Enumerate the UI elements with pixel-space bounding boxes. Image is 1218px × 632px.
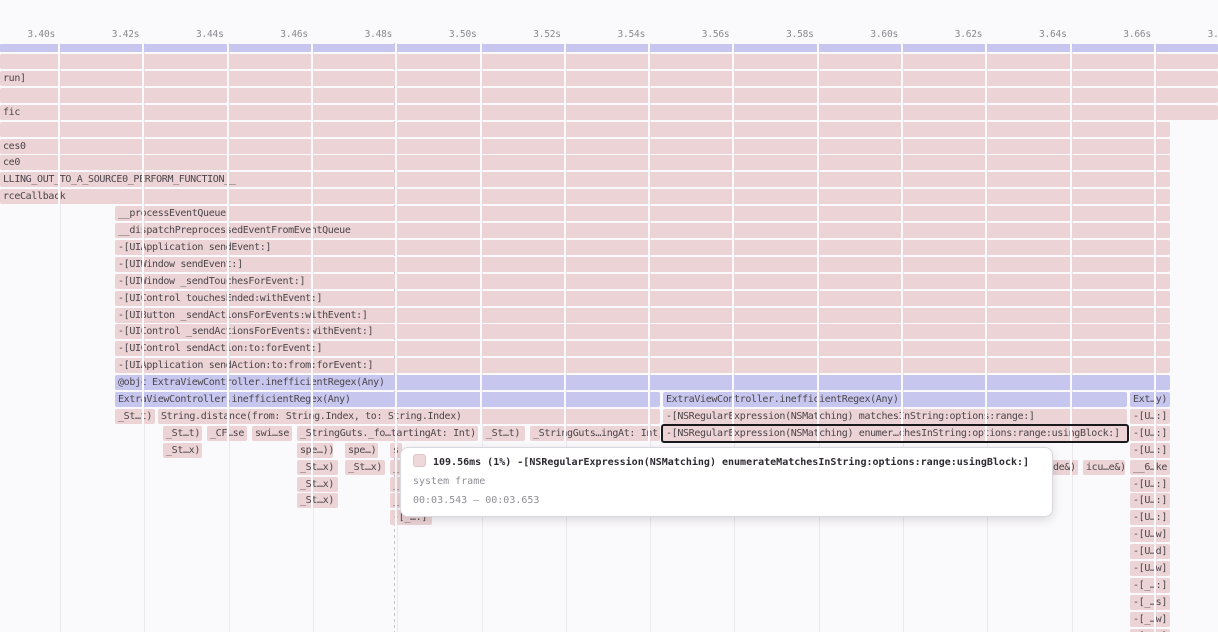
grid-gap-line: [395, 43, 397, 632]
flame-bar[interactable]: _StringGuts._fo…tartingAt: Int): [297, 426, 478, 441]
tooltip-title-line: 109.56ms (1%) -[NSRegularExpression(NSMa…: [413, 454, 1040, 471]
flame-bar[interactable]: de&): [1050, 460, 1078, 475]
ruler-tick-label: 3.48s: [365, 29, 393, 40]
grid-gap-line: [732, 43, 734, 632]
grid-gap-line: [227, 43, 229, 632]
flame-bar[interactable]: _St…t): [483, 426, 525, 441]
grid-gap-line: [648, 43, 650, 632]
flame-bar[interactable]: -[_…:]: [1130, 578, 1170, 593]
flame-bar[interactable]: -[U…:]: [1130, 477, 1170, 492]
flame-bar[interactable]: -[U…w]: [1130, 527, 1170, 542]
tooltip-time-range: 00:03.543 — 00:03.653: [413, 492, 1040, 509]
grid-gap-line: [901, 43, 903, 632]
flame-bar[interactable]: -[U…d]: [1130, 544, 1170, 559]
flame-bar[interactable]: LLING_OUT_TO_A_SOURCE0_PERFORM_FUNCTION_…: [0, 172, 1170, 187]
flame-bar[interactable]: rceCallback: [0, 189, 1170, 204]
flame-bar[interactable]: _St…x): [163, 443, 202, 458]
flame-bar[interactable]: -[U…:]: [1130, 426, 1170, 441]
flame-bar[interactable]: -[UIControl touchesEnded:withEvent:]: [115, 291, 1170, 306]
flame-bar[interactable]: __6…ke: [1130, 460, 1170, 475]
grid-gap-line: [1070, 43, 1072, 632]
tooltip-frame-kind: system frame: [413, 473, 1040, 490]
flame-bar[interactable]: -[UIWindow _sendTouchesForEvent:]: [115, 274, 1170, 289]
ruler-tick-label: 3.58s: [786, 29, 814, 40]
track-overview-strip[interactable]: [0, 44, 1218, 52]
grid-gap-line: [480, 43, 482, 632]
flame-bar[interactable]: _StringGuts…ingAt: Int): [530, 426, 660, 441]
ruler-tick-label: 3.52s: [533, 29, 561, 40]
ruler-tick-label: 3.60s: [870, 29, 898, 40]
flame-bar[interactable]: __dispatchPreprocessedEventFromEventQueu…: [115, 223, 1170, 238]
flame-bar[interactable]: [0, 88, 1218, 103]
ruler-tick-label: 3.54s: [618, 29, 646, 40]
flame-bar[interactable]: -[UIControl _sendActionsForEvents:withEv…: [115, 324, 1170, 339]
flame-bar[interactable]: -[_…w]: [1130, 612, 1170, 627]
flame-graph-canvas: 3.40s 3.42s 3.44s 3.46s 3.48s 3.50s 3.52s 3.54s…: [0, 0, 1218, 632]
flame-bar[interactable]: -[UIButton _sendActionsForEvents:withEve…: [115, 308, 1170, 323]
flame-bar[interactable]: -[_…s]: [1130, 595, 1170, 610]
flame-bar[interactable]: Ext…y): [1130, 392, 1170, 407]
ruler-tick-label: 3.42s: [112, 29, 140, 40]
flame-bar[interactable]: -[U…:]: [1130, 510, 1170, 525]
flame-bar[interactable]: _St…t): [115, 409, 155, 424]
flame-bar[interactable]: _St…x): [297, 477, 338, 492]
flame-bar[interactable]: -[U…:]: [1130, 443, 1170, 458]
flame-bar[interactable]: -[UIApplication sendEvent:]: [115, 240, 1170, 255]
ruler-tick-label: 3.68s: [1208, 29, 1218, 40]
grid-gap-line: [564, 43, 566, 632]
ruler-tick-label: 3.66s: [1123, 29, 1151, 40]
ruler-tick-label: 3.40s: [27, 29, 55, 40]
ruler-tick-label: 3.64s: [1039, 29, 1067, 40]
grid-gap-line: [311, 43, 313, 632]
flame-bar[interactable]: fic: [0, 105, 1218, 120]
flame-bar[interactable]: _St…x): [345, 460, 385, 475]
grid-gap-line: [985, 43, 987, 632]
flame-bar[interactable]: icu…e&): [1083, 460, 1125, 475]
flame-bar[interactable]: -[UIWindow sendEvent:]: [115, 257, 1170, 272]
ruler-tick-label: 3.56s: [702, 29, 730, 40]
ruler-tick-label: 3.62s: [955, 29, 983, 40]
flame-bar[interactable]: swi…se: [252, 426, 292, 441]
flame-bar[interactable]: String.distance(from: String.Index, to: …: [158, 409, 660, 424]
grid-gap-line: [1154, 43, 1156, 632]
grid-gap-line: [58, 43, 60, 632]
flame-bar[interactable]: ExtraViewController.inefficientRegex(Any…: [115, 392, 660, 407]
flame-bar[interactable]: -[UIControl sendAction:to:forEvent:]: [115, 341, 1170, 356]
grid-gap-line: [817, 43, 819, 632]
flame-bar[interactable]: [0, 54, 1218, 69]
flame-bar[interactable]: _St…x): [297, 460, 338, 475]
flame-bar[interactable]: spe…)): [345, 443, 378, 458]
flame-bar[interactable]: [0, 122, 1170, 137]
flame-bar[interactable]: -[_…:]: [1130, 629, 1170, 632]
flame-bar[interactable]: @objc ExtraViewController.inefficientReg…: [115, 375, 1170, 390]
frame-color-swatch-icon: [413, 454, 426, 467]
flame-bar[interactable]: _St…t): [163, 426, 202, 441]
ruler-tick-label: 3.46s: [280, 29, 308, 40]
flame-bar[interactable]: ces0: [0, 139, 1170, 154]
flame-bar[interactable]: -[UIApplication sendAction:to:from:forEv…: [115, 358, 1170, 373]
flame-bar[interactable]: run]: [0, 71, 1218, 86]
flame-bar[interactable]: _St…x): [297, 493, 338, 508]
ruler-tick-label: 3.50s: [449, 29, 477, 40]
frame-tooltip: 109.56ms (1%) -[NSRegularExpression(NSMa…: [400, 447, 1053, 517]
ruler-tick-label: 3.44s: [196, 29, 224, 40]
selected-frame-outline: [661, 424, 1129, 443]
flame-bar[interactable]: -[U…:]: [1130, 493, 1170, 508]
grid-gap-line: [142, 43, 144, 632]
flame-bar[interactable]: spe…)): [297, 443, 333, 458]
flame-bar[interactable]: -[U…:]: [1130, 409, 1170, 424]
flame-bar[interactable]: ce0: [0, 155, 1170, 170]
flame-bar[interactable]: __processEventQueue: [115, 206, 1170, 221]
flame-bar[interactable]: -[U…w]: [1130, 561, 1170, 576]
tooltip-title: 109.56ms (1%) -[NSRegularExpression(NSMa…: [433, 457, 1029, 468]
